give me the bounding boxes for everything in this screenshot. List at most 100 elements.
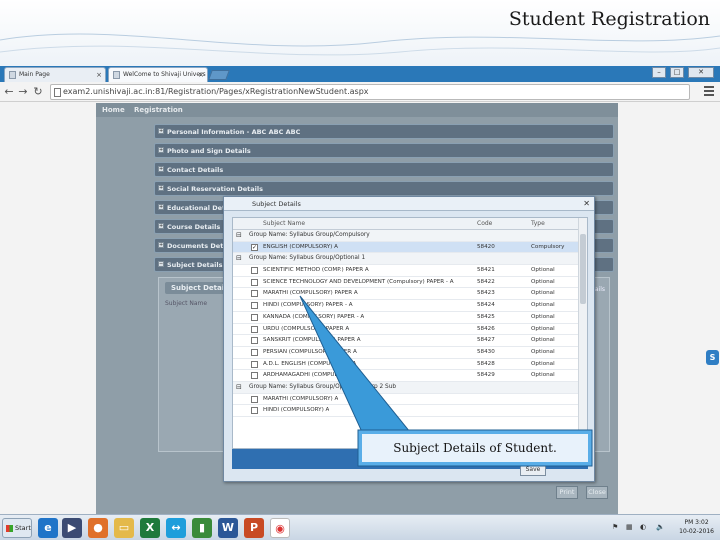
- subject-checkbox[interactable]: [251, 360, 258, 368]
- folder-icon[interactable]: ▭: [114, 518, 134, 538]
- nav-link-home[interactable]: Home: [102, 106, 125, 114]
- section-contact[interactable]: + Contact Details: [154, 162, 614, 177]
- print-button[interactable]: Print: [556, 486, 578, 499]
- section-personal-information[interactable]: + Personal Information - ABC ABC ABC: [154, 124, 614, 139]
- subject-row[interactable]: SCIENCE TECHNOLOGY AND DEVELOPMENT (Comp…: [233, 277, 579, 289]
- subject-checkbox[interactable]: [251, 290, 258, 298]
- subject-code: 58422: [477, 278, 495, 285]
- collapse-icon[interactable]: ⊟: [236, 254, 242, 262]
- subject-code: 58421: [477, 267, 495, 274]
- address-bar[interactable]: exam2.unishivaji.ac.in:81/Registration/P…: [50, 84, 690, 100]
- tray-icon[interactable]: ▦: [626, 523, 633, 531]
- scrollbar-thumb[interactable]: [580, 234, 586, 304]
- column-header-type[interactable]: Type: [531, 220, 545, 227]
- subject-name: MARATHI (COMPULSORY) PAPER A: [263, 290, 358, 297]
- volume-icon[interactable]: 🔈: [656, 523, 665, 531]
- forward-arrow-icon[interactable]: →: [17, 85, 29, 98]
- collapse-icon[interactable]: ⊟: [236, 231, 242, 239]
- tray-icon[interactable]: ◐: [640, 523, 646, 531]
- back-arrow-icon[interactable]: ←: [3, 85, 15, 98]
- subject-row[interactable]: KANNADA (COMPULSORY) PAPER - A 58425 Optio…: [233, 312, 579, 324]
- subject-row[interactable]: ✓ ENGLISH (COMPULSORY) A 58420 Compulsory: [233, 241, 579, 254]
- close-icon[interactable]: ×: [96, 71, 102, 79]
- callout-text: Subject Details of Student.: [393, 441, 557, 455]
- section-title: Social Reservation Details: [167, 185, 263, 193]
- group-label: Group Name: Syllabus Group/Compulsory: [249, 232, 370, 238]
- close-icon[interactable]: ✕: [583, 199, 590, 208]
- column-header-subject-name[interactable]: Subject Name: [263, 220, 305, 227]
- nav-link-registration[interactable]: Registration: [134, 106, 183, 114]
- section-social-reservation[interactable]: + Social Reservation Details: [154, 181, 614, 196]
- subject-type: Optional: [531, 313, 555, 320]
- subject-type: Optional: [531, 360, 555, 367]
- start-button[interactable]: Start: [2, 518, 32, 538]
- vertical-scrollbar[interactable]: [578, 218, 587, 448]
- column-header-code[interactable]: Code: [477, 220, 492, 227]
- section-photo-sign[interactable]: + Photo and Sign Details: [154, 143, 614, 158]
- menu-icon[interactable]: [704, 86, 714, 98]
- subject-name: ARDHAMAGADHI (COMPULSORY) A: [263, 372, 361, 379]
- group-row[interactable]: ⊟ Group Name: Syllabus Group/Optional 1: [233, 253, 579, 266]
- media-player-icon[interactable]: ▶: [62, 518, 82, 538]
- group-row[interactable]: ⊟ Group Name: Syllabus Group/Optional 2/G…: [233, 381, 579, 394]
- system-clock[interactable]: PM 3:02 10-02-2016: [679, 518, 714, 536]
- close-window-button[interactable]: ✕: [688, 67, 714, 78]
- subject-checkbox[interactable]: [251, 267, 258, 275]
- tab-label: Main Page: [19, 71, 50, 78]
- tab-main-page[interactable]: Main Page ×: [4, 67, 106, 82]
- new-tab-button[interactable]: [208, 70, 230, 80]
- maximize-button[interactable]: □: [670, 67, 684, 78]
- subject-checkbox[interactable]: [251, 313, 258, 321]
- subject-row[interactable]: MARATHI (COMPULSORY) PAPER A 58423 Optiona…: [233, 288, 579, 301]
- reload-icon[interactable]: ↻: [32, 85, 44, 98]
- subject-code: 58426: [477, 325, 495, 332]
- chrome-icon[interactable]: ◉: [270, 518, 290, 538]
- save-button[interactable]: Save: [520, 463, 546, 476]
- app-icon[interactable]: ▮: [192, 518, 212, 538]
- expand-icon: +: [158, 166, 164, 172]
- section-title: Personal Information - ABC ABC ABC: [167, 128, 301, 136]
- minimize-button[interactable]: –: [652, 67, 666, 78]
- group-label: Group Name: Syllabus Group/Optional 2/Gr…: [249, 383, 397, 390]
- windows-logo-icon: [6, 525, 13, 532]
- clock-time: PM 3:02: [684, 519, 709, 526]
- powerpoint-icon[interactable]: P: [244, 518, 264, 538]
- group-row[interactable]: ⊟ Group Name: Syllabus Group/Compulsory: [233, 230, 579, 242]
- subject-row[interactable]: SCIENTIFIC METHOD (COMP.) PAPER A 58421 Op…: [233, 265, 579, 277]
- subject-name: HINDI (COMPULSORY) PAPER - A: [263, 302, 353, 309]
- subject-checkbox[interactable]: [251, 407, 258, 415]
- subject-row[interactable]: HINDI (COMPULSORY) PAPER - A 58424 Optiona…: [233, 300, 579, 312]
- subject-row[interactable]: MARATHI (COMPULSORY) A: [233, 394, 579, 406]
- close-icon[interactable]: ×: [198, 71, 204, 79]
- subject-name: PERSIAN (COMPULSORY) PAPER A: [263, 348, 357, 355]
- subject-checkbox[interactable]: [251, 372, 258, 380]
- collapse-icon[interactable]: ⊟: [236, 383, 242, 391]
- tab-label: WelCome to Shivaji Univers: [123, 71, 206, 78]
- subject-row[interactable]: URDU (COMPULSORY) PAPER A 58426 Optional: [233, 324, 579, 336]
- subject-code: 58428: [477, 360, 495, 367]
- subject-row[interactable]: HINDI (COMPULSORY) A: [233, 405, 579, 417]
- excel-icon[interactable]: X: [140, 518, 160, 538]
- subject-checkbox[interactable]: [251, 348, 258, 356]
- subject-checkbox[interactable]: [251, 302, 258, 310]
- teamviewer-icon[interactable]: ↔: [166, 518, 186, 538]
- subject-code: 58427: [477, 337, 495, 344]
- firefox-icon[interactable]: ●: [88, 518, 108, 538]
- subject-checkbox[interactable]: [251, 278, 258, 286]
- subject-checkbox[interactable]: [251, 337, 258, 345]
- subject-row[interactable]: PERSIAN (COMPULSORY) PAPER A 58430 Optiona…: [233, 347, 579, 359]
- subject-type: Optional: [531, 325, 555, 332]
- subject-checkbox[interactable]: [251, 395, 258, 403]
- subject-name: SANSKRIT (COMPULSORY) PAPER A: [263, 337, 361, 344]
- tray-icon[interactable]: ⚑: [612, 523, 618, 531]
- skype-icon[interactable]: S: [706, 350, 719, 365]
- subject-checkbox[interactable]: ✓: [251, 243, 258, 251]
- subject-row[interactable]: ARDHAMAGADHI (COMPULSORY) A 58429 Optional: [233, 370, 579, 382]
- close-button[interactable]: Close: [586, 486, 608, 499]
- tab-welcome[interactable]: WelCome to Shivaji Univers ×: [108, 67, 208, 82]
- subject-checkbox[interactable]: [251, 325, 258, 333]
- ie-icon[interactable]: e: [38, 518, 58, 538]
- subject-row[interactable]: SANSKRIT (COMPULSORY) PAPER A 58427 Option…: [233, 335, 579, 347]
- subject-row[interactable]: A.D.L. ENGLISH (COMPULSORY) A 58428 Option…: [233, 359, 579, 371]
- word-icon[interactable]: W: [218, 518, 238, 538]
